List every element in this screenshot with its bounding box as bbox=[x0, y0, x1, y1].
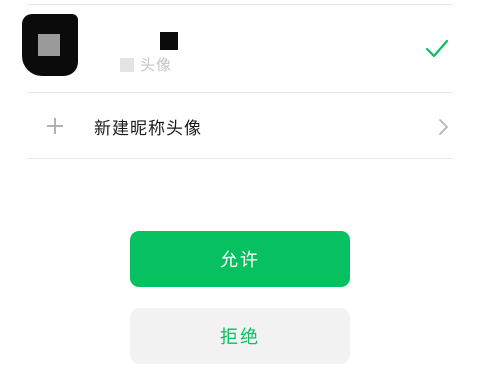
check-icon bbox=[425, 39, 449, 58]
account-type-icon bbox=[120, 58, 134, 72]
chevron-right-icon bbox=[439, 119, 448, 135]
deny-button-label: 拒绝 bbox=[220, 327, 260, 348]
row-divider-2 bbox=[28, 158, 452, 159]
plus-icon bbox=[47, 118, 63, 134]
account-option-row[interactable] bbox=[28, 6, 452, 92]
avatar-badge bbox=[160, 32, 178, 50]
avatar-square bbox=[38, 34, 60, 56]
create-option-label: 新建昵称头像 bbox=[94, 119, 202, 139]
avatar bbox=[22, 14, 78, 76]
create-option-row[interactable] bbox=[28, 93, 452, 157]
deny-button[interactable]: 拒绝 bbox=[130, 308, 350, 364]
allow-button-label: 允许 bbox=[220, 250, 260, 271]
account-option-label: 头像 bbox=[120, 54, 172, 75]
account-option-text: 头像 bbox=[140, 56, 173, 74]
allow-button[interactable]: 允许 bbox=[130, 231, 350, 287]
top-divider bbox=[28, 4, 452, 5]
